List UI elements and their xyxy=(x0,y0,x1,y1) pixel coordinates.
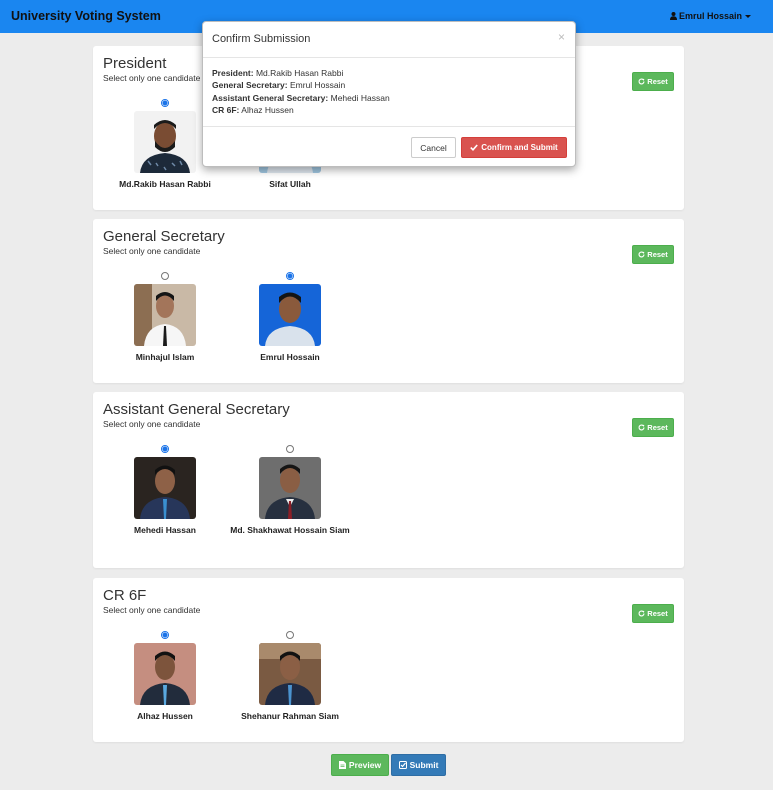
app-title[interactable]: University Voting System xyxy=(11,9,161,23)
summary-label: Assistant General Secretary: xyxy=(212,92,329,103)
confirm-and-submit-button[interactable]: Confirm and Submit xyxy=(461,137,567,158)
summary-row: Assistant General Secretary: Mehedi Hass… xyxy=(212,92,390,104)
summary-value: Mehedi Hassan xyxy=(330,92,390,103)
summary-value: Alhaz Hussen xyxy=(241,104,294,115)
summary-row: President: Md.Rakib Hasan Rabbi xyxy=(212,67,390,79)
confirm-submission-modal: Confirm Submission × President: Md.Rakib… xyxy=(202,21,576,167)
check-icon xyxy=(470,144,479,151)
close-icon[interactable]: × xyxy=(558,30,565,44)
user-icon xyxy=(669,12,677,20)
user-menu[interactable]: Emrul Hossain xyxy=(669,11,751,21)
chevron-down-icon xyxy=(745,15,751,18)
vote-summary: President: Md.Rakib Hasan Rabbi General … xyxy=(212,67,390,116)
summary-label: General Secretary: xyxy=(212,80,288,91)
summary-value: Md.Rakib Hasan Rabbi xyxy=(255,68,344,78)
modal-title: Confirm Submission xyxy=(212,33,311,45)
confirm-label: Confirm and Submit xyxy=(481,143,558,152)
summary-row: General Secretary: Emrul Hossain xyxy=(212,79,390,91)
user-name: Emrul Hossain xyxy=(678,11,742,21)
summary-label: CR 6F: xyxy=(212,104,240,115)
cancel-button[interactable]: Cancel xyxy=(411,137,456,158)
modal-header: Confirm Submission × xyxy=(203,22,575,58)
summary-value: Emrul Hossain xyxy=(289,80,346,91)
modal-footer: Cancel Confirm and Submit xyxy=(203,126,575,168)
summary-label: President: xyxy=(212,68,254,78)
summary-row: CR 6F: Alhaz Hussen xyxy=(212,104,390,116)
